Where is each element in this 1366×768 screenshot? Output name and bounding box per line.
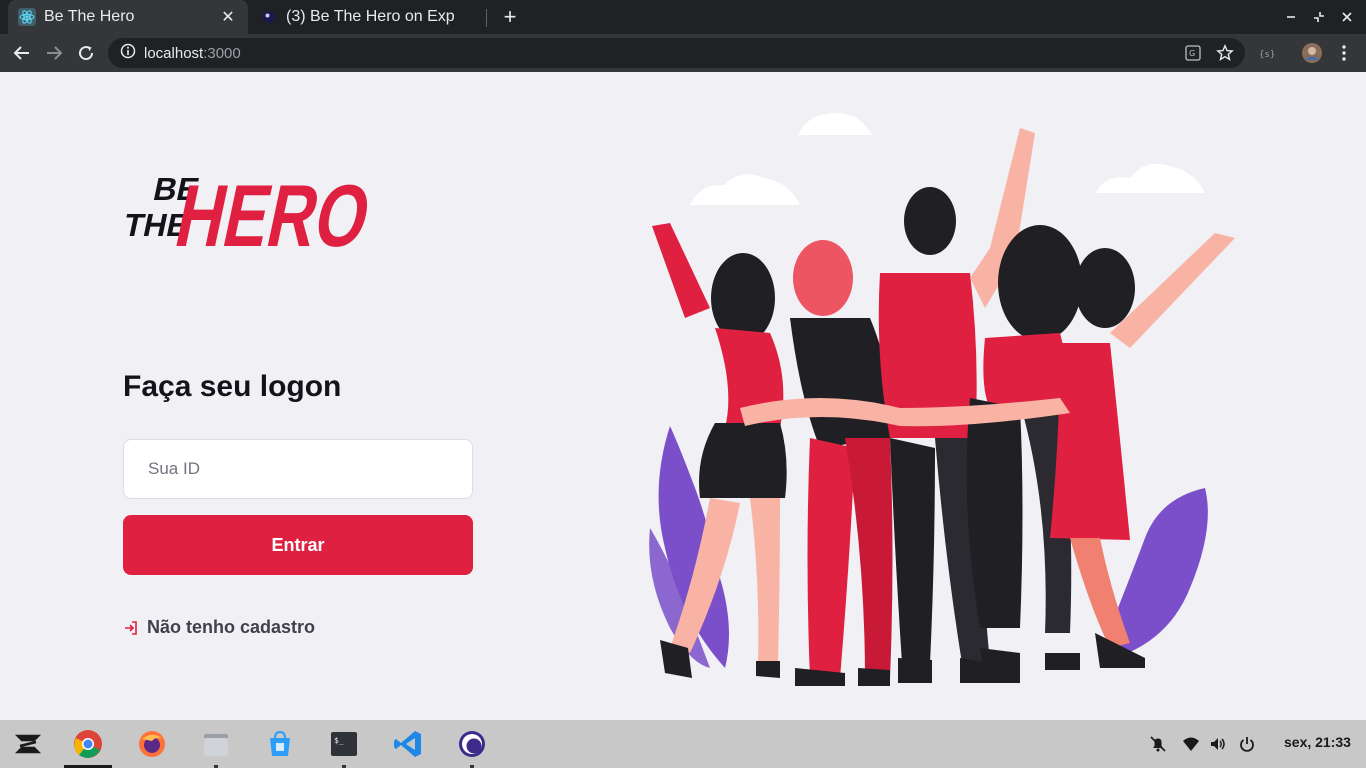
tab-be-the-hero[interactable]: Be The Hero ✕	[8, 0, 248, 34]
minimize-icon[interactable]	[1278, 4, 1304, 30]
software-store-icon[interactable]	[264, 728, 296, 760]
react-icon	[18, 8, 36, 26]
url-text: localhost:3000	[144, 45, 241, 62]
notifications-off-icon[interactable]	[1148, 734, 1168, 754]
enter-button[interactable]: Entrar	[123, 515, 473, 575]
forward-icon[interactable]	[40, 39, 68, 67]
register-link[interactable]: Não tenho cadastro	[123, 617, 315, 638]
reload-icon[interactable]	[72, 39, 100, 67]
translate-icon[interactable]: G	[1184, 44, 1202, 62]
bookmark-star-icon[interactable]	[1216, 44, 1234, 62]
heroes-illustration	[649, 113, 1235, 686]
page-title: Faça seu logon	[123, 370, 342, 403]
tab-title: Be The Hero	[44, 8, 135, 25]
svg-text:G: G	[1189, 49, 1195, 58]
person-2	[790, 240, 893, 686]
zorin-menu-icon[interactable]	[12, 728, 44, 760]
tab-separator	[486, 9, 487, 27]
restore-icon[interactable]	[1306, 4, 1332, 30]
url-port: :3000	[203, 44, 241, 62]
wifi-icon[interactable]	[1181, 734, 1201, 754]
os-taskbar: $_ sex, 21:33	[0, 720, 1366, 768]
browser-toolbar: localhost:3000 G {s}	[0, 34, 1366, 72]
power-icon[interactable]	[1237, 734, 1257, 754]
tab-expo[interactable]: (3) Be The Hero on Exp	[250, 0, 486, 34]
id-input[interactable]	[123, 439, 473, 499]
system-clock[interactable]: sex, 21:33	[1284, 734, 1351, 750]
chrome-icon[interactable]	[72, 728, 104, 760]
close-window-icon[interactable]	[1334, 4, 1360, 30]
log-in-icon	[125, 620, 137, 635]
files-icon[interactable]	[200, 728, 232, 760]
browser-tab-bar: Be The Hero ✕ (3) Be The Hero on Exp +	[0, 0, 1366, 34]
browser-menu-icon[interactable]	[1334, 43, 1354, 63]
vscode-icon[interactable]	[392, 728, 424, 760]
extension-icon[interactable]: {s}	[1257, 43, 1277, 63]
avatar[interactable]	[1301, 42, 1323, 64]
svg-text:{s}: {s}	[1259, 50, 1275, 60]
address-bar[interactable]: localhost:3000 G	[108, 38, 1245, 68]
new-tab-button[interactable]: +	[498, 5, 522, 29]
register-link-label: Não tenho cadastro	[147, 617, 316, 637]
tab-close-icon[interactable]: ✕	[218, 7, 238, 27]
volume-icon[interactable]	[1208, 734, 1228, 754]
logon-page: BE THE HERO Faça seu logon Entrar Não te…	[0, 72, 1366, 720]
expo-icon	[260, 8, 278, 26]
svg-text:$_: $_	[334, 736, 344, 745]
expo-app-icon[interactable]	[456, 728, 488, 760]
svg-text:HERO: HERO	[168, 166, 376, 262]
url-host: localhost	[144, 44, 204, 62]
clouds	[690, 113, 1205, 205]
info-icon[interactable]	[120, 43, 136, 64]
back-icon[interactable]	[8, 39, 36, 67]
be-the-hero-logo: BE THE HERO	[122, 166, 376, 262]
firefox-icon[interactable]	[136, 728, 168, 760]
tab-title: (3) Be The Hero on Exp	[286, 8, 455, 25]
terminal-icon[interactable]: $_	[328, 728, 360, 760]
